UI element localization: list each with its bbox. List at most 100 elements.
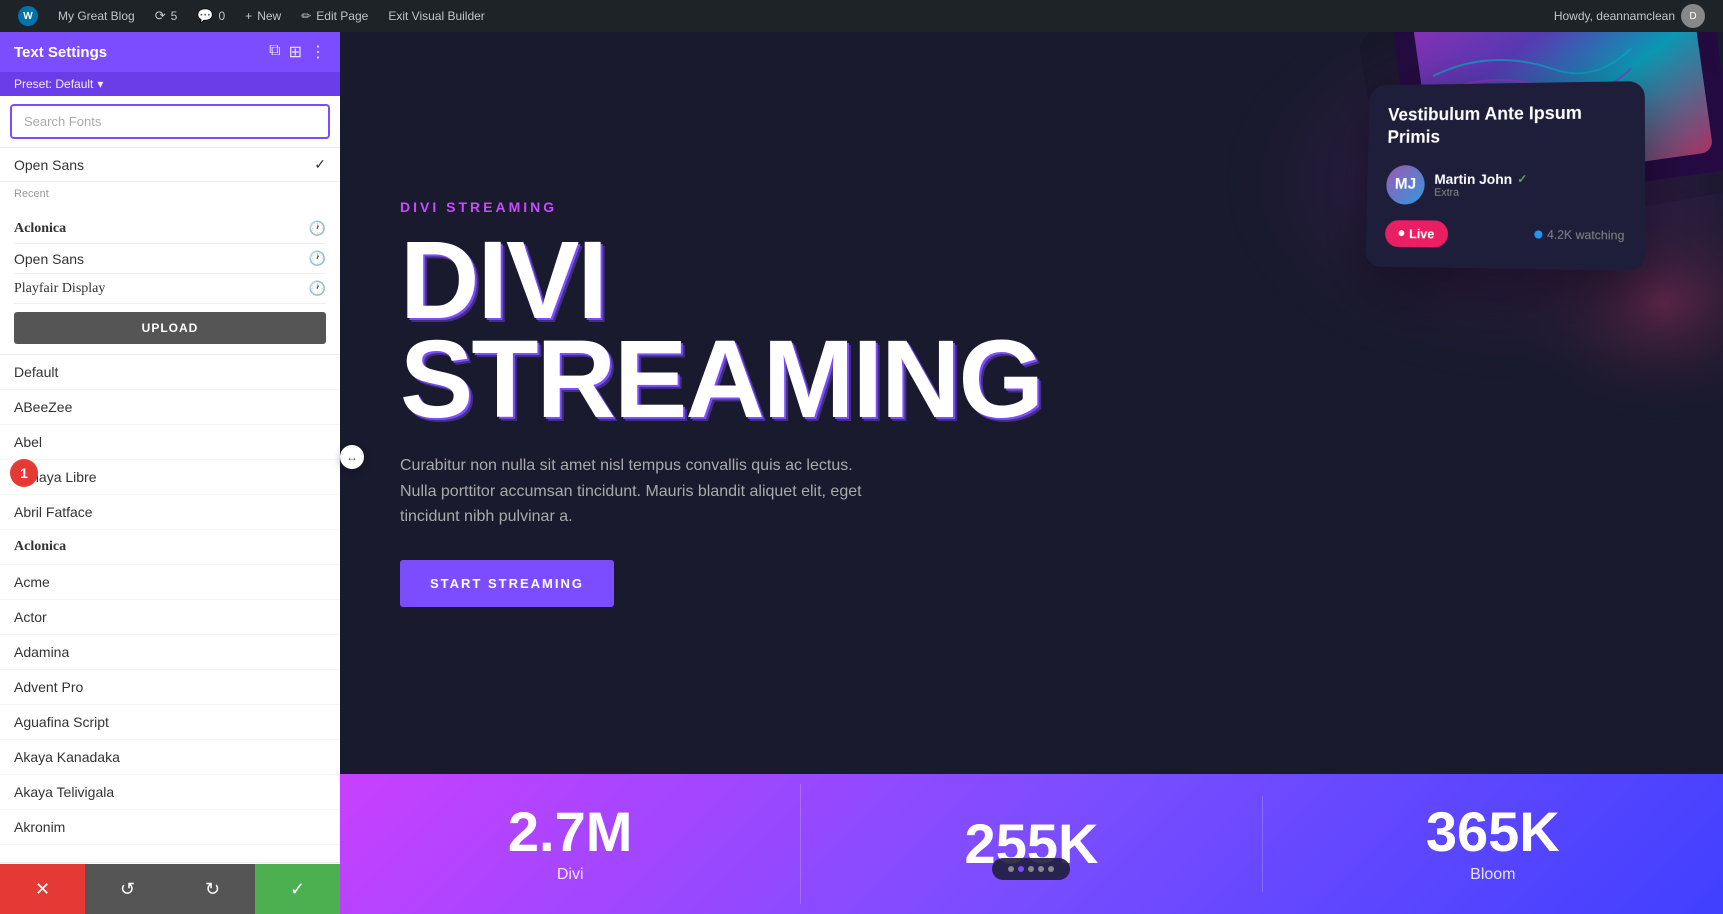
font-list: Default ABeeZee Abel Abhaya Libre Abril … [0,355,340,862]
howdy-text: Howdy, deannamclean [1554,9,1675,23]
font-item-advent[interactable]: Advent Pro [0,670,340,705]
avatar: D [1681,4,1705,28]
upload-button[interactable]: UPLOAD [14,312,326,344]
recent-label: Recent [0,182,340,204]
panel-header-icons: ⧉ ⊞ ⋮ [269,42,326,62]
stat-item-1: 255K [801,796,1262,892]
recent-font-playfair-label: Playfair Display [14,281,105,297]
site-name: My Great Blog [58,9,135,23]
font-item-abril[interactable]: Abril Fatface [0,495,340,530]
card-avatar: MJ [1386,165,1425,204]
search-container [0,96,340,148]
grid-icon[interactable]: ⊞ [289,42,302,62]
exit-builder-label: Exit Visual Builder [388,9,485,23]
clock-icon-1: 🕐 [309,220,326,237]
dot-5 [1048,866,1054,872]
font-label-aclonica-list: Aclonica [14,539,66,555]
font-item-aguafina[interactable]: Aguafina Script [0,705,340,740]
stat-item-2: 365K Bloom [1263,784,1723,904]
clock-icon-2: 🕐 [309,250,326,267]
stat-item-0: 2.7M Divi [340,784,801,904]
open-sans-selected-item[interactable]: Open Sans ✓ [0,148,340,182]
font-label-akaya-telivigala: Akaya Telivigala [14,784,114,800]
stat-label-2: Bloom [1470,866,1515,884]
confirm-button[interactable]: ✓ [255,864,340,914]
hero-title: DIVI STREAMING [400,231,1042,429]
font-item-abel[interactable]: Abel [0,425,340,460]
dots-overlay [992,858,1070,880]
dot-2 [1018,866,1024,872]
new-icon: + [245,9,252,23]
panel-title: Text Settings [14,44,107,61]
card-footer: Live 4.2K watching [1385,220,1625,250]
dot-3 [1028,866,1034,872]
edit-page-item[interactable]: ✏ Edit Page [291,0,378,32]
font-label-adamina: Adamina [14,644,69,660]
font-item-abeezee[interactable]: ABeeZee [0,390,340,425]
revisions-count: 5 [171,9,178,23]
font-label-abel: Abel [14,434,42,450]
font-item-akronim[interactable]: Akronim [0,810,340,845]
font-label-acme: Acme [14,574,50,590]
resize-handle[interactable]: ↔ [340,445,364,469]
undo-button[interactable]: ↺ [85,864,170,914]
font-item-actor[interactable]: Actor [0,600,340,635]
open-sans-label: Open Sans [14,157,84,173]
card-user-role: Extra [1434,187,1527,199]
search-input[interactable] [10,104,330,139]
font-item-akaya-kanadaka[interactable]: Akaya Kanadaka [0,740,340,775]
font-label-default: Default [14,364,58,380]
card-user: MJ Martin John ✓ Extra [1386,165,1625,206]
revisions-item[interactable]: ⟳ 5 [145,0,188,32]
recent-font-playfair[interactable]: Playfair Display 🕐 [14,274,326,304]
new-label: New [257,9,281,23]
floating-card: Vestibulum Ante Ipsum Primis MJ Martin J… [1365,81,1645,271]
font-label-akaya-kanadaka: Akaya Kanadaka [14,749,120,765]
comments-icon: 💬 [197,8,213,24]
card-title: Vestibulum Ante Ipsum Primis [1387,101,1624,149]
admin-bar-right: Howdy, deannamclean D [1554,4,1715,28]
cancel-button[interactable]: ✕ [0,864,85,914]
preset-chevron: ▾ [97,77,103,91]
font-label-abril: Abril Fatface [14,504,93,520]
font-item-acme[interactable]: Acme [0,565,340,600]
card-user-name: Martin John ✓ [1434,171,1527,187]
comments-item[interactable]: 💬 0 [187,0,235,32]
font-label-aguafina: Aguafina Script [14,714,109,730]
font-item-default[interactable]: Default [0,355,340,390]
recent-font-opensans[interactable]: Open Sans 🕐 [14,244,326,274]
font-item-adamina[interactable]: Adamina [0,635,340,670]
watching-dot [1534,231,1542,239]
font-item-abhaya[interactable]: Abhaya Libre [0,460,340,495]
live-dot [1398,230,1404,236]
edit-page-label: Edit Page [316,9,368,23]
panel-header: Text Settings ⧉ ⊞ ⋮ [0,32,340,72]
redo-button[interactable]: ↻ [170,864,255,914]
hero-description: Curabitur non nulla sit amet nisl tempus… [400,453,880,530]
hero-text: DIVI STREAMING DIVI STREAMING Curabitur … [400,199,1042,607]
font-item-aclonica-list[interactable]: Aclonica [0,530,340,565]
site-name-item[interactable]: My Great Blog [48,0,145,32]
font-item-akaya-telivigala[interactable]: Akaya Telivigala [0,775,340,810]
right-content: DIVI STREAMING DIVI STREAMING Curabitur … [340,32,1723,914]
revisions-icon: ⟳ [155,8,166,24]
cta-button[interactable]: START STREAMING [400,560,614,607]
watching-count: 4.2K watching [1534,228,1625,243]
wp-logo: W [18,6,38,26]
new-item[interactable]: + New [235,0,291,32]
live-label: Live [1409,226,1435,241]
exit-builder-item[interactable]: Exit Visual Builder [378,0,495,32]
wp-logo-item[interactable]: W [8,0,48,32]
more-icon[interactable]: ⋮ [310,42,326,62]
hero-title-line2: STREAMING [400,330,1042,429]
hero-subtitle: DIVI STREAMING [400,199,1042,215]
card-user-info: Martin John ✓ Extra [1434,171,1527,199]
font-label-advent: Advent Pro [14,679,83,695]
copy-icon[interactable]: ⧉ [269,42,280,62]
hero-section: DIVI STREAMING DIVI STREAMING Curabitur … [340,32,1723,774]
recent-font-aclonica[interactable]: Aclonica 🕐 [14,214,326,244]
live-badge: Live [1385,220,1448,247]
footer-bar: ✕ ↺ ↻ ✓ [0,864,340,914]
stats-section: 2.7M Divi 255K 365K Bloom [340,774,1723,914]
preset-bar[interactable]: Preset: Default ▾ [0,72,340,96]
